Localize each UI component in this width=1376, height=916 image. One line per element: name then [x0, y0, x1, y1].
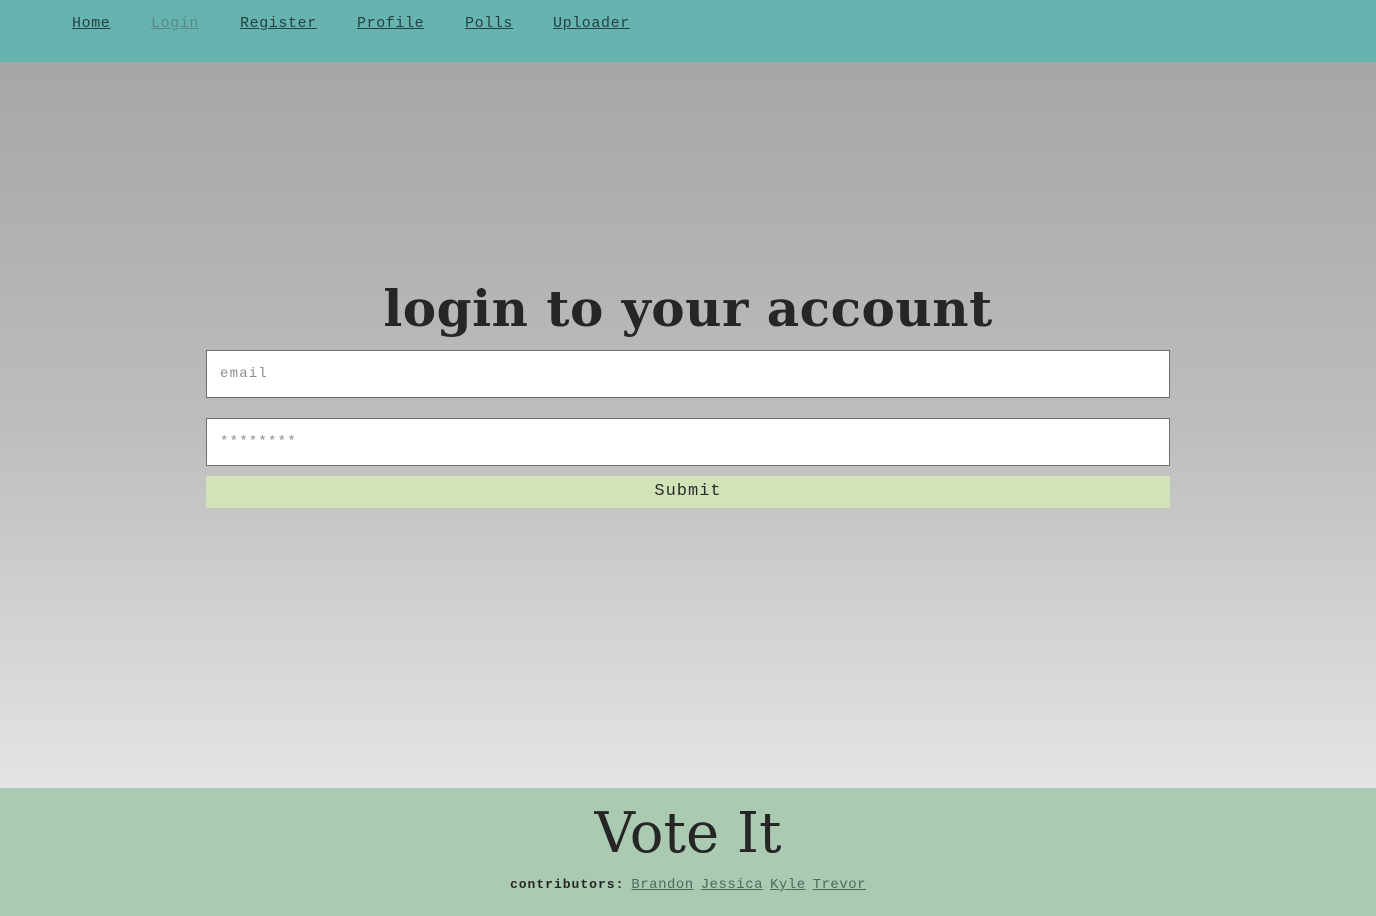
footer: Vote It contributors: Brandon Jessica Kyle T…	[0, 788, 1376, 916]
nav-link-polls[interactable]: Polls	[465, 15, 513, 32]
nav-link-profile[interactable]: Profile	[357, 15, 424, 32]
contributor-link-trevor[interactable]: Trevor	[813, 877, 866, 893]
nav-link-uploader[interactable]: Uploader	[553, 15, 630, 32]
email-input[interactable]: email	[206, 350, 1170, 398]
contributor-link-brandon[interactable]: Brandon	[631, 877, 693, 893]
login-heading: login to your account	[383, 279, 993, 338]
contributors-line: contributors: Brandon Jessica Kyle Trevor	[0, 877, 1376, 893]
nav-link-register[interactable]: Register	[240, 15, 317, 32]
nav-link-login[interactable]: Login	[151, 15, 199, 32]
contributor-link-jessica[interactable]: Jessica	[701, 877, 763, 893]
top-navbar: Home Login Register Profile Polls Upload…	[0, 0, 1376, 62]
nav-link-home[interactable]: Home	[72, 15, 110, 32]
contributor-link-kyle[interactable]: Kyle	[770, 877, 806, 893]
submit-button[interactable]: Submit	[206, 476, 1170, 508]
password-input[interactable]: ********	[206, 418, 1170, 466]
footer-brand: Vote It	[594, 801, 782, 866]
contributors-label: contributors:	[509, 877, 625, 892]
